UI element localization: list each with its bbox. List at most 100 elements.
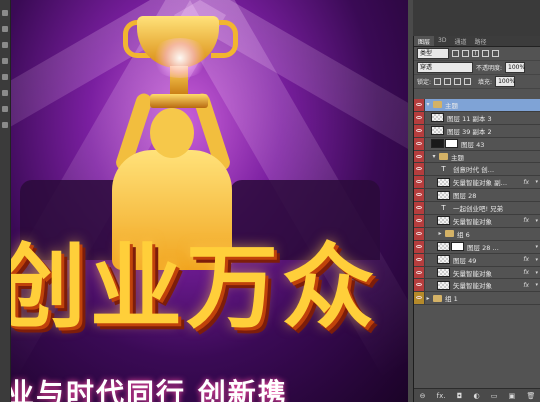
layer-row[interactable]: 矢量智能对象 fx ▾	[414, 266, 540, 280]
document-canvas[interactable]: 创业万众 业与时代同行 创新携	[0, 0, 412, 402]
layer-row[interactable]: 矢量智能对象 副… fx ▾	[414, 176, 540, 190]
layer-row[interactable]: ▸ 组 6	[414, 227, 540, 241]
blend-row: 穿透 不透明度: 100%	[414, 61, 540, 75]
layer-row[interactable]: T 一起创业吧! 兄弟	[414, 202, 540, 216]
caret-icon[interactable]: ▾	[535, 244, 538, 250]
layer-thumbnail	[437, 268, 450, 278]
caret-icon[interactable]: ▾	[535, 257, 538, 263]
layer-row[interactable]: ▸ 组 1	[414, 292, 540, 306]
opacity-input[interactable]: 100%	[505, 62, 525, 73]
layer-row[interactable]: 矢量智能对象 fx ▾	[414, 215, 540, 228]
tab-layers[interactable]: 图层	[414, 36, 435, 46]
caret-icon[interactable]: ▾	[535, 218, 538, 224]
lens-flare	[150, 38, 210, 78]
layer-name: 主题	[445, 101, 458, 110]
layer-thumbnail	[437, 177, 450, 187]
layer-row[interactable]: 矢量智能对象 fx ▾	[414, 279, 540, 293]
tab-channels[interactable]: 通道	[450, 36, 470, 46]
expand-arrow-icon[interactable]: ▾	[425, 101, 431, 108]
mask-icon[interactable]: ◘	[457, 392, 463, 400]
visibility-eye-icon[interactable]	[414, 253, 425, 266]
fill-input[interactable]: 100%	[495, 76, 515, 87]
new-layer-icon[interactable]: ▣	[509, 392, 516, 400]
adjustment-icon[interactable]: ◐	[473, 392, 479, 400]
fx-icon[interactable]: fx	[523, 269, 529, 276]
visibility-eye-icon[interactable]	[414, 240, 425, 253]
visibility-eye-icon[interactable]	[414, 176, 425, 189]
layer-row[interactable]: T 创意时代 创…	[414, 163, 540, 177]
blend-mode-select[interactable]: 穿透	[417, 62, 473, 73]
layer-row[interactable]: ▾ 主题	[414, 99, 540, 112]
layer-row[interactable]: 图层 49 fx ▾	[414, 253, 540, 267]
folder-icon	[439, 153, 448, 160]
lock-transparent-icon[interactable]	[434, 78, 442, 85]
visibility-eye-icon[interactable]	[414, 215, 425, 227]
filter-type-select[interactable]: 类型	[417, 48, 449, 59]
visibility-eye-icon[interactable]	[414, 137, 425, 150]
tool-icon[interactable]	[2, 122, 8, 128]
visibility-eye-icon[interactable]	[414, 150, 425, 163]
tool-icon[interactable]	[2, 106, 8, 112]
layer-name: 创意时代 创…	[453, 166, 495, 175]
layer-row[interactable]: 图层 39 副本 2	[414, 124, 540, 138]
filter-text-icon[interactable]: T	[472, 50, 479, 57]
text-layer-icon: T	[441, 164, 446, 173]
layer-row[interactable]: 图层 28	[414, 189, 540, 203]
filter-smart-icon[interactable]	[492, 50, 499, 57]
tool-icon[interactable]	[2, 42, 8, 48]
lock-paint-icon[interactable]	[444, 78, 452, 85]
tool-icon[interactable]	[2, 74, 8, 80]
tools-strip[interactable]	[0, 0, 11, 402]
fx-icon[interactable]: fx	[523, 179, 529, 186]
visibility-eye-icon[interactable]	[414, 124, 425, 137]
caret-icon[interactable]: ▾	[535, 270, 538, 276]
layer-row[interactable]: 图层 11 副本 3	[414, 111, 540, 125]
filter-shape-icon[interactable]	[482, 50, 489, 57]
filter-adjust-icon[interactable]	[462, 50, 469, 57]
tool-icon[interactable]	[2, 90, 8, 96]
layer-mask-thumbnail[interactable]	[445, 139, 458, 149]
layer-mask-thumbnail[interactable]	[451, 242, 464, 252]
layer-thumbnail	[437, 242, 450, 252]
visibility-eye-icon[interactable]	[414, 111, 425, 124]
caret-icon[interactable]: ▾	[535, 282, 538, 288]
fx-icon[interactable]: fx	[523, 217, 529, 224]
lock-row: 锁定: 填充: 100%	[414, 75, 540, 89]
folder-icon[interactable]: ▭	[491, 392, 498, 400]
layer-thumbnail	[437, 255, 450, 265]
trash-icon[interactable]: 🗑	[526, 392, 535, 400]
visibility-eye-icon[interactable]	[414, 189, 425, 202]
filter-row: 类型 T	[414, 47, 540, 61]
visibility-eye-icon[interactable]	[414, 227, 425, 240]
tool-icon[interactable]	[2, 26, 8, 32]
tool-icon[interactable]	[2, 58, 8, 64]
visibility-eye-icon[interactable]	[414, 202, 425, 215]
collapse-arrow-icon[interactable]: ▸	[437, 230, 443, 237]
layer-name: 矢量智能对象	[453, 217, 492, 226]
visibility-eye-icon[interactable]	[414, 266, 425, 279]
lock-all-icon[interactable]	[464, 78, 472, 85]
collapse-arrow-icon[interactable]: ▸	[425, 295, 431, 302]
tab-3d[interactable]: 3D	[434, 36, 450, 46]
link-icon[interactable]: ⊖	[420, 392, 426, 400]
visibility-eye-icon[interactable]	[414, 99, 425, 111]
layer-name: 图层 28 …	[467, 243, 499, 252]
layer-row[interactable]: ▾ 主题	[414, 150, 540, 164]
filter-pixel-icon[interactable]	[452, 50, 459, 57]
layer-row[interactable]: 图层 43	[414, 137, 540, 151]
fx-icon[interactable]: fx	[523, 282, 529, 289]
visibility-eye-icon[interactable]	[414, 292, 425, 305]
expand-arrow-icon[interactable]: ▾	[431, 153, 437, 160]
panel-dock-top	[413, 0, 540, 36]
layer-row[interactable]: 图层 28 … ▾	[414, 240, 540, 254]
layer-thumbnail	[431, 113, 444, 123]
visibility-eye-icon[interactable]	[414, 279, 425, 292]
tab-paths[interactable]: 路径	[470, 36, 490, 46]
folder-icon	[445, 230, 454, 238]
lock-move-icon[interactable]	[454, 78, 462, 85]
visibility-eye-icon[interactable]	[414, 163, 425, 176]
fx-icon[interactable]: fx	[523, 256, 529, 263]
caret-icon[interactable]: ▾	[535, 179, 538, 185]
tool-icon[interactable]	[2, 10, 8, 16]
fx-icon[interactable]: fx.	[437, 392, 446, 400]
